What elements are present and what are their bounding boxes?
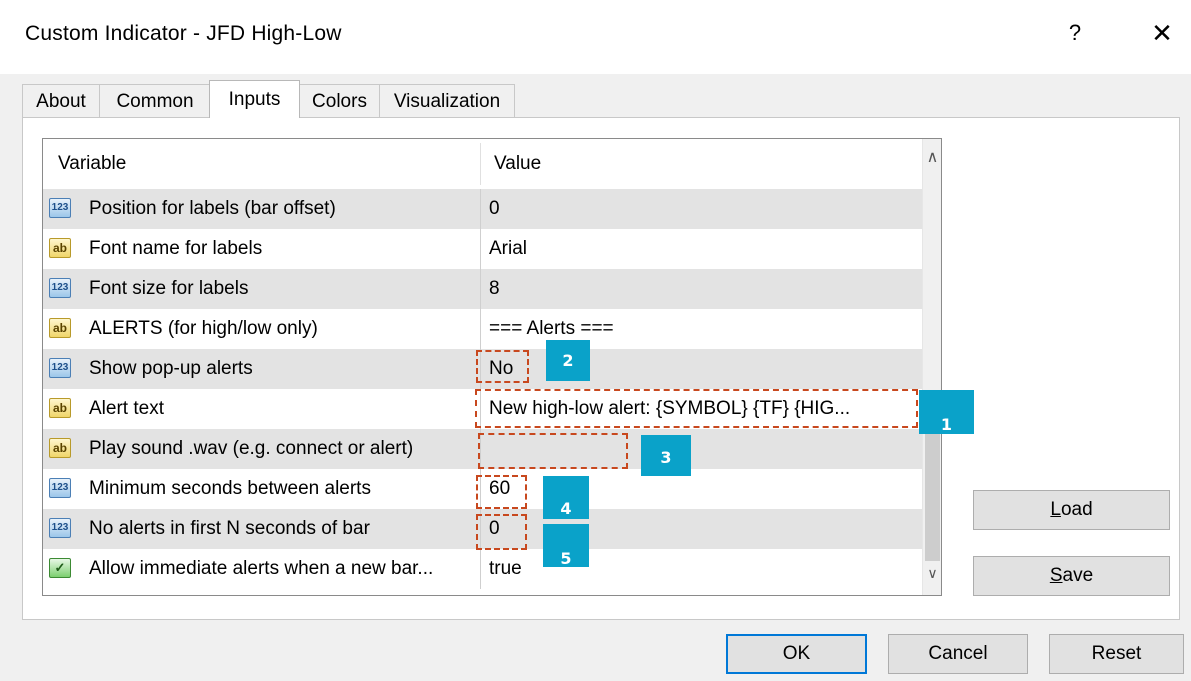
load-button[interactable]: Load (973, 490, 1170, 530)
grid-header: Variable Value (43, 139, 922, 189)
variable-name: Show pop-up alerts (89, 358, 253, 379)
variable-value[interactable]: 8 (489, 269, 500, 309)
variable-name: ALERTS (for high/low only) (89, 318, 318, 339)
save-label: ave (1062, 565, 1094, 586)
tab-inputs[interactable]: Inputs (209, 80, 300, 118)
callout-badge-3: 3 (641, 435, 691, 476)
string-type-icon: ab (49, 438, 71, 458)
variable-name: Alert text (89, 398, 164, 419)
string-type-icon: ab (49, 238, 71, 258)
variable-value[interactable]: true (489, 549, 522, 589)
cancel-button[interactable]: Cancel (888, 634, 1028, 674)
callout-box-minimum-seconds (476, 475, 527, 509)
vertical-scrollbar[interactable]: ∧ ∨ (922, 139, 941, 595)
variable-name: Font name for labels (89, 238, 263, 259)
save-button[interactable]: Save (973, 556, 1170, 596)
callout-badge-5: 5 (543, 524, 589, 568)
title-bar: Custom Indicator - JFD High-Low ? ✕ (0, 0, 1191, 74)
input-row-font-name[interactable]: ab Font name for labels Arial (43, 229, 922, 269)
number-type-icon: 123 (49, 478, 71, 498)
close-button[interactable]: ✕ (1144, 16, 1180, 50)
callout-box-play-sound (478, 433, 628, 469)
callout-box-show-popup (476, 350, 529, 383)
variable-name: Position for labels (bar offset) (89, 198, 336, 219)
number-type-icon: 123 (49, 198, 71, 218)
reset-button[interactable]: Reset (1049, 634, 1184, 674)
variable-name: Minimum seconds between alerts (89, 478, 371, 499)
string-type-icon: ab (49, 398, 71, 418)
column-header-value[interactable]: Value (494, 139, 541, 189)
number-type-icon: 123 (49, 358, 71, 378)
column-divider[interactable] (480, 143, 481, 185)
tab-about[interactable]: About (22, 84, 100, 117)
number-type-icon: 123 (49, 518, 71, 538)
input-row-alerts-header[interactable]: ab ALERTS (for high/low only) === Alerts… (43, 309, 922, 349)
help-button[interactable]: ? (1060, 18, 1090, 48)
variable-name: Allow immediate alerts when a new bar... (89, 558, 434, 579)
tab-common[interactable]: Common (99, 84, 211, 117)
variable-name: No alerts in first N seconds of bar (89, 518, 370, 539)
boolean-type-icon: ✓ (49, 558, 71, 578)
variable-value[interactable]: Arial (489, 229, 527, 269)
ok-button[interactable]: OK (726, 634, 867, 674)
input-row-allow-immediate-alerts[interactable]: ✓ Allow immediate alerts when a new bar.… (43, 549, 922, 589)
chevron-down-icon[interactable]: ∨ (923, 565, 941, 587)
load-label: oad (1060, 499, 1093, 520)
input-row-position-for-labels[interactable]: 123 Position for labels (bar offset) 0 (43, 189, 922, 229)
save-mnemonic: S (1049, 565, 1063, 586)
chevron-up-icon[interactable]: ∧ (923, 147, 941, 169)
variable-name: Play sound .wav (e.g. connect or alert) (89, 438, 414, 459)
column-header-variable[interactable]: Variable (58, 139, 126, 189)
variable-value[interactable]: 0 (489, 189, 500, 229)
tab-visualization[interactable]: Visualization (379, 84, 515, 117)
callout-badge-1: 1 (919, 390, 974, 434)
tab-colors[interactable]: Colors (299, 84, 380, 117)
number-type-icon: 123 (49, 278, 71, 298)
callout-badge-2: 2 (546, 340, 590, 381)
string-type-icon: ab (49, 318, 71, 338)
callout-box-alert-text (475, 389, 918, 428)
window-title: Custom Indicator - JFD High-Low (25, 22, 342, 45)
callout-box-no-alerts-first-n (476, 514, 527, 550)
variable-name: Font size for labels (89, 278, 249, 299)
input-row-font-size[interactable]: 123 Font size for labels 8 (43, 269, 922, 309)
callout-badge-4: 4 (543, 476, 589, 519)
load-mnemonic: L (1050, 499, 1061, 520)
